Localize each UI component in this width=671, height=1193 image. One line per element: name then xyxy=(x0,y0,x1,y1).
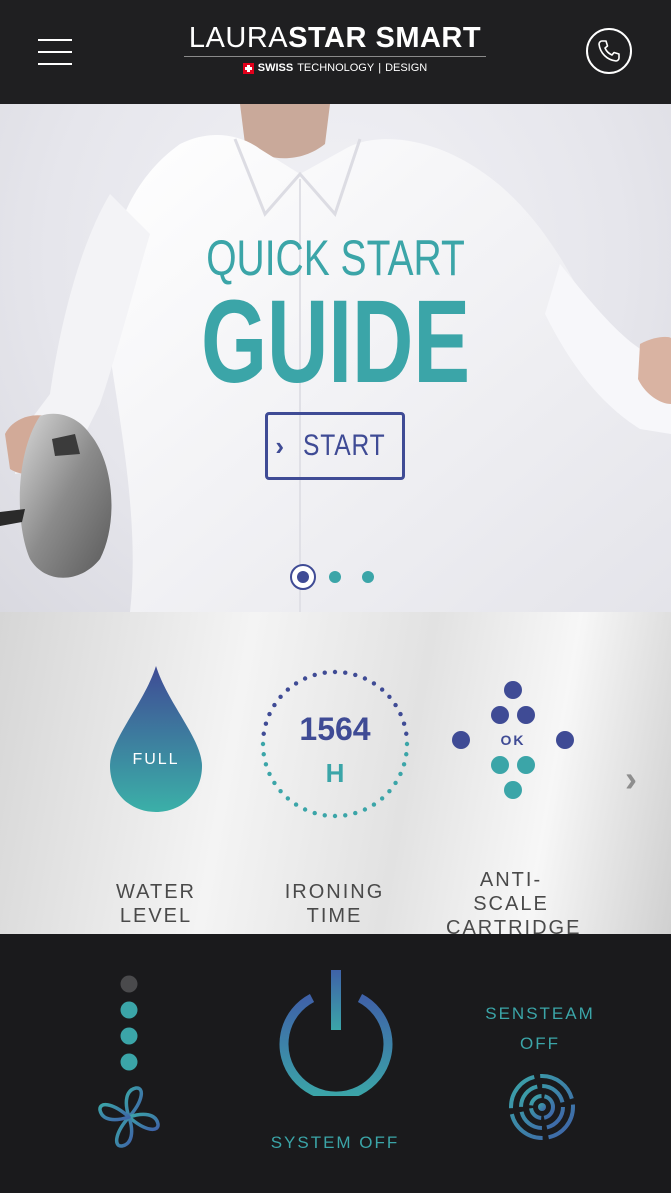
tagline-swiss: SWISS xyxy=(257,62,294,74)
gauge-dot xyxy=(312,672,317,678)
sensteam-title: SENSTEAM xyxy=(485,1004,595,1023)
gauge-dot xyxy=(272,780,277,786)
gauge-dot xyxy=(293,681,299,686)
gauge-dot xyxy=(404,741,410,747)
ironing-time-value: 1564 xyxy=(299,711,370,747)
controls-panel: SYSTEM OFF SENSTEAM OFF xyxy=(0,934,671,1193)
gauge-dot xyxy=(353,672,358,678)
fan-level-dot xyxy=(120,1027,138,1045)
gauge-dot xyxy=(322,813,327,818)
gauge-dot xyxy=(263,762,269,767)
gauge-dot xyxy=(272,702,277,708)
gauge-dot xyxy=(278,694,283,700)
fan-level-dot xyxy=(120,975,138,993)
hero-banner: QUICK START GUIDE › START xyxy=(0,104,671,612)
anti-scale-cartridge-icon[interactable]: OK xyxy=(448,680,578,800)
gauge-dot xyxy=(278,788,283,794)
status-panel: FULL WATER LEVEL 1564 H IRONING TIME OK … xyxy=(0,612,671,939)
gauge-dot xyxy=(260,741,266,747)
cartridge-label-line1: ANTI-SCALE xyxy=(473,869,549,915)
water-drop-icon[interactable]: FULL xyxy=(106,664,206,814)
hamburger-menu-icon[interactable] xyxy=(38,38,72,66)
carousel-dot-1[interactable] xyxy=(290,564,316,590)
gauge-dot xyxy=(293,802,299,807)
hero-title-guide: GUIDE xyxy=(200,276,471,408)
gauge-dot xyxy=(261,731,266,736)
cartridge-dot xyxy=(504,681,522,699)
gauge-dot xyxy=(343,670,348,675)
gauge-dot xyxy=(393,702,398,708)
gauge-dot xyxy=(398,771,403,777)
system-status-label: SYSTEM OFF xyxy=(270,1133,400,1152)
logo-text-light: LAURA xyxy=(188,22,289,54)
sensteam-icon[interactable] xyxy=(507,1072,577,1142)
fan-level-dot xyxy=(120,1053,138,1071)
gauge-dot xyxy=(362,807,368,812)
cartridge-dot xyxy=(517,756,535,774)
gauge-dot xyxy=(404,731,409,736)
tagline-design: DESIGN xyxy=(385,62,428,74)
carousel-dot-2[interactable] xyxy=(329,571,341,583)
tagline-technology: TECHNOLOGY xyxy=(297,62,375,74)
top-bar: LAURASTAR SMART SWISS TECHNOLOGY | DESIG… xyxy=(0,0,671,104)
swiss-flag-icon xyxy=(242,62,254,74)
tagline-separator: | xyxy=(378,62,382,74)
gauge-dot xyxy=(261,752,266,757)
cartridge-dot xyxy=(491,706,509,724)
ironing-time-label: IRONING TIME xyxy=(284,881,385,927)
gauge-dot xyxy=(285,796,291,801)
fan-icon[interactable] xyxy=(94,1082,164,1152)
phone-icon xyxy=(598,40,620,62)
gauge-dot xyxy=(353,810,358,816)
gauge-dot xyxy=(263,721,269,726)
cartridge-dot xyxy=(452,731,470,749)
gauge-dot xyxy=(302,676,308,681)
gauge-dot xyxy=(343,813,348,818)
cartridge-dot xyxy=(556,731,574,749)
cartridge-dot xyxy=(491,756,509,774)
gauge-dot xyxy=(267,711,272,717)
gauge-dot xyxy=(362,676,368,681)
chevron-right-icon: › xyxy=(275,431,285,461)
ironing-time-unit: H xyxy=(326,758,345,788)
start-button[interactable]: › START xyxy=(265,412,405,480)
gauge-dot xyxy=(393,780,398,786)
cartridge-dot xyxy=(504,781,522,799)
next-arrow-icon[interactable]: › xyxy=(625,758,637,800)
carousel-pagination xyxy=(290,564,390,590)
gauge-dot xyxy=(322,670,327,675)
gauge-dot xyxy=(398,711,403,717)
fan-speed-levels[interactable] xyxy=(114,974,144,1074)
water-level-value: FULL xyxy=(132,751,179,768)
water-level-label: WATER LEVEL xyxy=(116,881,196,927)
cartridge-label: ANTI-SCALE CARTRIDGE xyxy=(446,868,579,940)
ironing-time-gauge[interactable]: 1564 H xyxy=(255,664,415,824)
gauge-dot xyxy=(332,813,338,819)
gauge-dot xyxy=(387,694,392,700)
logo-text-bold: STAR SMART xyxy=(288,22,482,54)
gauge-dot xyxy=(401,721,407,726)
fan-level-dot xyxy=(120,1001,138,1019)
gauge-dot xyxy=(379,796,385,801)
start-button-label: START xyxy=(303,429,386,462)
gauge-dot xyxy=(302,807,308,812)
brand-logo: LAURASTAR SMART SWISS TECHNOLOGY | DESIG… xyxy=(182,22,488,82)
gauge-dot xyxy=(379,687,385,692)
gauge-dot xyxy=(371,681,377,686)
power-button-icon[interactable] xyxy=(274,968,398,1096)
cartridge-dot xyxy=(517,706,535,724)
cartridge-status-value: OK xyxy=(501,732,526,748)
gauge-dot xyxy=(404,752,409,757)
gauge-dot xyxy=(267,771,272,777)
gauge-dot xyxy=(332,669,338,675)
gauge-dot xyxy=(371,802,377,807)
sensteam-status: OFF xyxy=(520,1034,560,1053)
gauge-dot xyxy=(312,810,317,816)
gauge-dot xyxy=(387,788,392,794)
phone-call-button[interactable] xyxy=(586,28,632,74)
carousel-dot-3[interactable] xyxy=(362,571,374,583)
gauge-dot xyxy=(285,687,291,692)
gauge-dot xyxy=(401,762,407,767)
sensteam-label: SENSTEAM OFF xyxy=(480,999,600,1059)
